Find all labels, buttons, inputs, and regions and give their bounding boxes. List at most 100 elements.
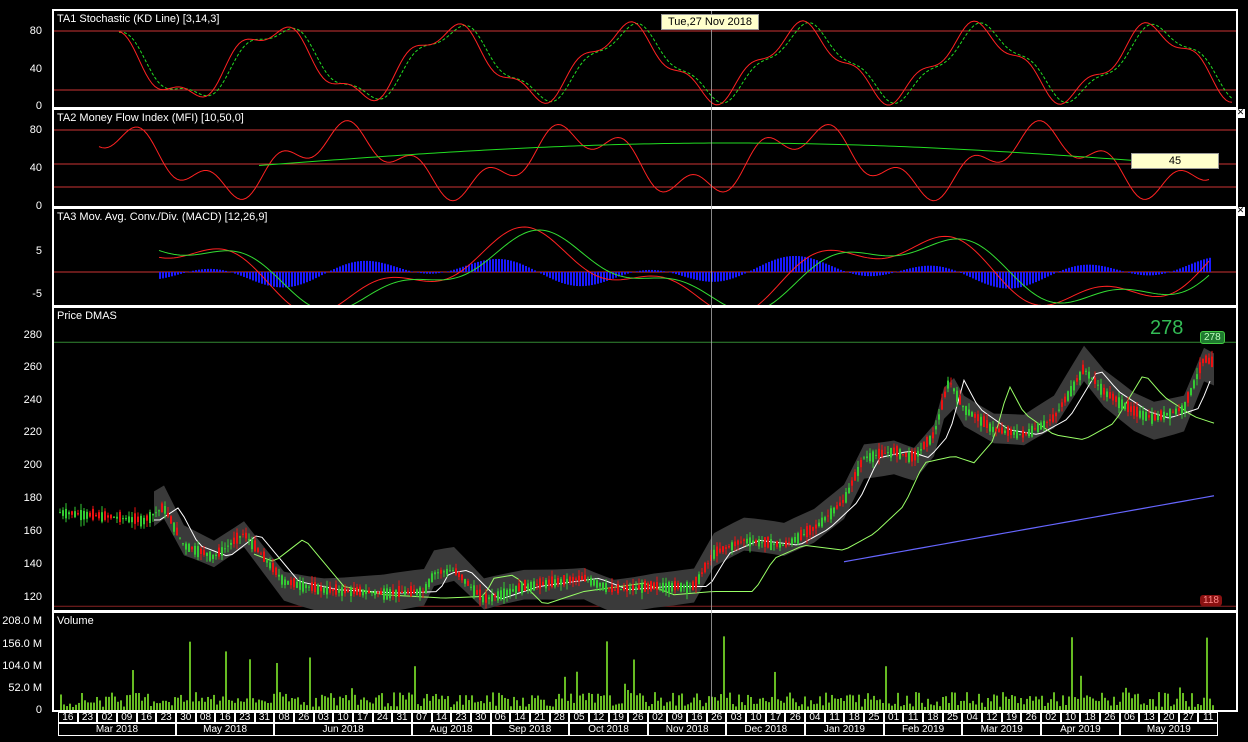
macd-histogram-bar — [684, 272, 686, 277]
date-tick[interactable]: 11 — [1198, 712, 1218, 723]
date-tick[interactable]: 08 — [195, 712, 216, 723]
volume-bar — [813, 704, 815, 710]
date-tick[interactable]: 04 — [962, 712, 983, 723]
date-tick[interactable]: 04 — [805, 712, 825, 723]
date-tick[interactable]: 28 — [549, 712, 570, 723]
date-tick[interactable]: 27 — [1178, 712, 1199, 723]
macd-histogram-bar — [435, 272, 437, 274]
macd-histogram-bar — [861, 272, 863, 276]
price-candle-body — [455, 568, 457, 575]
date-tick[interactable]: 24 — [372, 712, 393, 723]
date-tick[interactable]: 26 — [293, 712, 314, 723]
date-tick[interactable]: 09 — [667, 712, 688, 723]
macd-histogram-bar — [831, 266, 833, 272]
date-tick[interactable]: 16 — [687, 712, 707, 723]
volume-bar — [942, 696, 944, 710]
date-tick[interactable]: 17 — [765, 712, 786, 723]
date-tick[interactable]: 09 — [116, 712, 137, 723]
volume-bar — [1050, 699, 1052, 710]
date-tick[interactable]: 07 — [411, 712, 432, 723]
mfi-close-icon[interactable]: ✕ — [1236, 109, 1245, 118]
macd-close-icon[interactable]: ✕ — [1236, 207, 1245, 216]
date-tick[interactable]: 02 — [647, 712, 668, 723]
volume-bar — [1203, 697, 1205, 710]
volume-bar — [600, 696, 602, 710]
date-tick[interactable]: 08 — [274, 712, 294, 723]
date-tick[interactable]: 16 — [58, 712, 78, 723]
volume-bar — [750, 697, 752, 710]
date-tick[interactable]: 30 — [175, 712, 196, 723]
date-tick[interactable]: 06 — [1119, 712, 1140, 723]
volume-bar — [312, 706, 314, 710]
mfi-panel[interactable]: TA2 Money Flow Index (MFI) [10,50,0] — [52, 108, 1238, 208]
macd-histogram-bar — [447, 271, 449, 272]
date-tick[interactable]: 14 — [431, 712, 452, 723]
date-tick[interactable]: 19 — [608, 712, 629, 723]
volume-bar — [1212, 705, 1214, 710]
price-candle-body — [272, 563, 274, 573]
volume-ytick-104m: 104.0 M — [2, 660, 42, 672]
volume-bar — [843, 701, 845, 710]
date-tick[interactable]: 10 — [746, 712, 766, 723]
date-tick[interactable]: 30 — [470, 712, 491, 723]
volume-bar — [144, 697, 146, 710]
date-tick[interactable]: 11 — [903, 712, 924, 723]
date-tick[interactable]: 31 — [254, 712, 275, 723]
mfi-value-label: 45 — [1131, 153, 1219, 169]
date-tick[interactable]: 23 — [451, 712, 471, 723]
date-tick[interactable]: 10 — [333, 712, 353, 723]
price-candle-body — [1052, 414, 1054, 422]
date-tick[interactable]: 13 — [1139, 712, 1159, 723]
date-tick[interactable]: 05 — [569, 712, 589, 723]
date-tick[interactable]: 20 — [1159, 712, 1179, 723]
price-candle-body — [782, 545, 784, 547]
price-candle-body — [584, 574, 586, 582]
date-tick[interactable]: 26 — [1100, 712, 1120, 723]
date-tick[interactable]: 26 — [628, 712, 648, 723]
date-tick[interactable]: 16 — [215, 712, 235, 723]
date-tick[interactable]: 12 — [982, 712, 1002, 723]
date-tick[interactable]: 03 — [313, 712, 334, 723]
volume-bar — [108, 696, 110, 710]
volume-bar — [84, 700, 86, 710]
date-tick[interactable]: 11 — [824, 712, 845, 723]
volume-bar — [294, 698, 296, 710]
volume-bar — [564, 676, 566, 710]
date-tick[interactable]: 06 — [490, 712, 511, 723]
price-candle-body — [920, 449, 922, 451]
date-tick[interactable]: 02 — [97, 712, 117, 723]
price-candle-body — [1058, 409, 1060, 411]
date-tick[interactable]: 26 — [1021, 712, 1042, 723]
date-tick[interactable]: 01 — [883, 712, 904, 723]
date-tick[interactable]: 23 — [156, 712, 176, 723]
date-tick[interactable]: 23 — [77, 712, 98, 723]
date-tick[interactable]: 23 — [234, 712, 255, 723]
date-tick[interactable]: 26 — [785, 712, 806, 723]
volume-panel[interactable]: Volume — [52, 611, 1238, 712]
volume-ytick-52m: 52.0 M — [8, 682, 42, 694]
date-tick[interactable]: 14 — [510, 712, 530, 723]
macd-panel[interactable]: TA3 Mov. Avg. Conv./Div. (MACD) [12,26,9… — [52, 207, 1238, 307]
price-candle-body — [503, 588, 505, 600]
price-panel[interactable]: Price DMAS — [52, 306, 1238, 612]
macd-histogram-bar — [933, 265, 935, 272]
volume-bar — [255, 702, 257, 710]
date-tick[interactable]: 03 — [726, 712, 747, 723]
date-tick[interactable]: 10 — [1060, 712, 1081, 723]
stochastic-panel[interactable]: TA1 Stochastic (KD Line) [3,14,3] — [52, 9, 1238, 109]
date-tick[interactable]: 18 — [844, 712, 865, 723]
date-tick[interactable]: 25 — [942, 712, 963, 723]
date-tick[interactable]: 17 — [352, 712, 373, 723]
date-tick[interactable]: 19 — [1001, 712, 1022, 723]
date-tick[interactable]: 26 — [706, 712, 727, 723]
price-candle-body — [743, 539, 745, 541]
date-tick[interactable]: 16 — [136, 712, 157, 723]
date-tick[interactable]: 21 — [529, 712, 550, 723]
date-tick[interactable]: 12 — [588, 712, 609, 723]
date-tick[interactable]: 25 — [864, 712, 884, 723]
date-tick[interactable]: 02 — [1041, 712, 1061, 723]
date-tick[interactable]: 18 — [1080, 712, 1101, 723]
date-tick[interactable]: 18 — [923, 712, 943, 723]
date-tick[interactable]: 31 — [392, 712, 412, 723]
volume-bar — [72, 706, 74, 710]
